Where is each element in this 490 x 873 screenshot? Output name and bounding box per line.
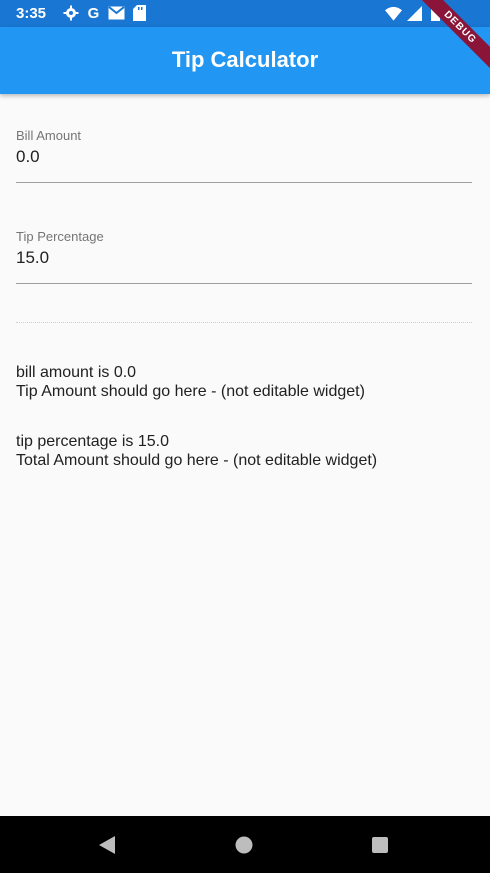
sd-card-icon [131,5,148,22]
app-bar: Tip Calculator [0,27,490,94]
status-icons-right [385,4,444,22]
status-icons-left: G [62,4,148,22]
back-icon [99,835,115,854]
battery-icon [427,5,444,22]
total-amount-output: Total Amount should go here - (not edita… [16,452,378,469]
tip-percentage-input[interactable]: 15.0 [16,248,49,268]
gear-icon [62,5,79,22]
tip-percentage-underline [16,283,472,284]
recents-icon [372,836,388,853]
home-icon [235,836,253,853]
cell-signal-icon [406,5,423,22]
back-button[interactable] [77,816,137,873]
gmail-icon [108,5,125,22]
tip-amount-output: Tip Amount should go here - (not editabl… [16,383,365,400]
google-icon: G [87,4,100,22]
home-button[interactable] [214,816,274,873]
bill-amount-output: bill amount is 0.0 [16,364,137,381]
wifi-icon [385,5,402,22]
recents-button[interactable] [350,816,410,873]
tip-percentage-label: Tip Percentage [16,229,104,244]
tip-percentage-output: tip percentage is 15.0 [16,433,169,450]
bill-amount-input[interactable]: 0.0 [16,147,40,167]
status-time: 3:35 [16,5,47,22]
app-title: Tip Calculator [171,47,319,72]
divider [16,322,472,323]
bill-amount-underline [16,182,472,183]
navigation-bar [0,816,490,873]
status-bar: 3:35 G [0,0,490,27]
bill-amount-label: Bill Amount [16,128,82,143]
